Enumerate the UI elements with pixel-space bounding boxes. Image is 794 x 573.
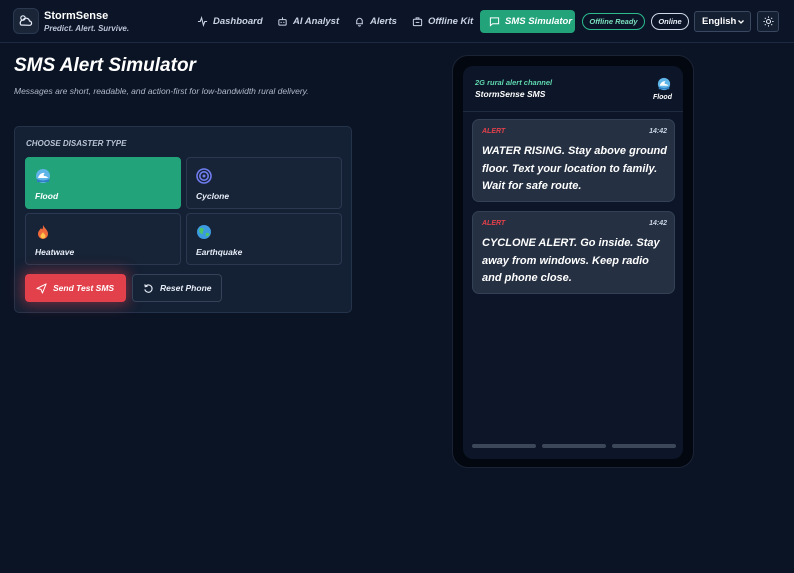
sms-thread-header: 2G rural alert channel StormSense SMS Fl…: [463, 66, 683, 112]
brand-name: StormSense: [44, 10, 109, 22]
online-status-badge: Online: [651, 13, 689, 30]
wave-icon: [36, 169, 50, 183]
alert-tag: ALERT: [482, 220, 506, 227]
message-text: WATER RISING. Stay above ground floor. T…: [482, 145, 667, 192]
nav-dashboard-label: Dashboard: [213, 16, 263, 27]
disaster-option-cyclone[interactable]: Cyclone: [186, 157, 342, 209]
panel-label: CHOOSE DISASTER TYPE: [26, 139, 127, 148]
message-time: 14:42: [649, 128, 667, 135]
alert-tag: ALERT: [482, 128, 506, 135]
disaster-option-earthquake[interactable]: Earthquake: [186, 213, 342, 265]
disaster-type-panel: CHOOSE DISASTER TYPE Flood Cyclone Heatw…: [14, 126, 352, 313]
disaster-option-flood[interactable]: Flood: [25, 157, 181, 209]
chevron-down-icon: [738, 20, 744, 24]
brand-tagline: Predict. Alert. Survive.: [44, 24, 130, 33]
message-icon: [489, 17, 500, 27]
channel-label: 2G rural alert channel: [475, 78, 553, 87]
page-title: SMS Alert Simulator: [14, 55, 196, 76]
phone-nav-bar: [472, 444, 536, 448]
sender-name: StormSense SMS: [475, 89, 546, 99]
heatwave-label: Heatwave: [35, 247, 75, 257]
nav-alerts[interactable]: Alerts: [354, 10, 397, 33]
send-test-sms-button[interactable]: Send Test SMS: [25, 274, 126, 302]
offline-ready-badge: Offline Ready: [582, 13, 645, 30]
message-text: CYCLONE ALERT. Go inside. Stay away from…: [482, 237, 660, 284]
phone-nav-bar: [542, 444, 606, 448]
kit-icon: [412, 17, 423, 27]
reset-phone-label: Reset Phone: [160, 283, 212, 293]
nav-offline-kit[interactable]: Offline Kit: [412, 10, 473, 33]
current-disaster-type: Flood: [652, 94, 672, 101]
storm-logo-icon: [13, 8, 39, 34]
send-test-sms-label: Send Test SMS: [53, 283, 115, 293]
cyclone-label: Cyclone: [196, 191, 230, 201]
cyclone-icon: [196, 168, 212, 184]
activity-icon: [197, 16, 208, 27]
flood-label: Flood: [35, 191, 59, 201]
disaster-option-heatwave[interactable]: Heatwave: [25, 213, 181, 265]
fire-icon: [38, 225, 48, 239]
nav-sms-simulator[interactable]: SMS Simulator: [480, 10, 575, 33]
sms-message: ALERT 14:42 WATER RISING. Stay above gro…: [472, 119, 675, 202]
message-time: 14:42: [649, 220, 667, 227]
send-icon: [36, 282, 47, 294]
phone-nav-bar: [612, 444, 676, 448]
nav-dashboard[interactable]: Dashboard: [197, 10, 263, 33]
wave-icon: [657, 77, 671, 91]
robot-icon: [278, 17, 287, 26]
phone-screen: 2G rural alert channel StormSense SMS Fl…: [463, 66, 683, 459]
sun-icon: [762, 16, 774, 27]
reset-icon: [144, 283, 153, 293]
nav-offline-kit-label: Offline Kit: [428, 16, 474, 27]
sms-message: ALERT 14:42 CYCLONE ALERT. Go inside. St…: [472, 211, 675, 294]
earthquake-label: Earthquake: [196, 247, 243, 257]
language-select[interactable]: English: [694, 11, 751, 32]
bell-icon: [356, 17, 363, 27]
reset-phone-button[interactable]: Reset Phone: [132, 274, 222, 302]
top-navigation-bar: StormSense Predict. Alert. Survive. Dash…: [0, 0, 794, 43]
nav-alerts-label: Alerts: [370, 16, 397, 27]
nav-ai-analyst-label: AI Analyst: [293, 16, 340, 27]
nav-ai-analyst[interactable]: AI Analyst: [277, 10, 339, 33]
phone-mockup: 2G rural alert channel StormSense SMS Fl…: [452, 55, 694, 468]
globe-icon: [197, 225, 211, 239]
theme-toggle-button[interactable]: [757, 11, 779, 32]
page-description: Messages are short, readable, and action…: [14, 86, 309, 96]
language-value: English: [702, 16, 737, 27]
nav-sms-simulator-label: SMS Simulator: [505, 16, 573, 27]
